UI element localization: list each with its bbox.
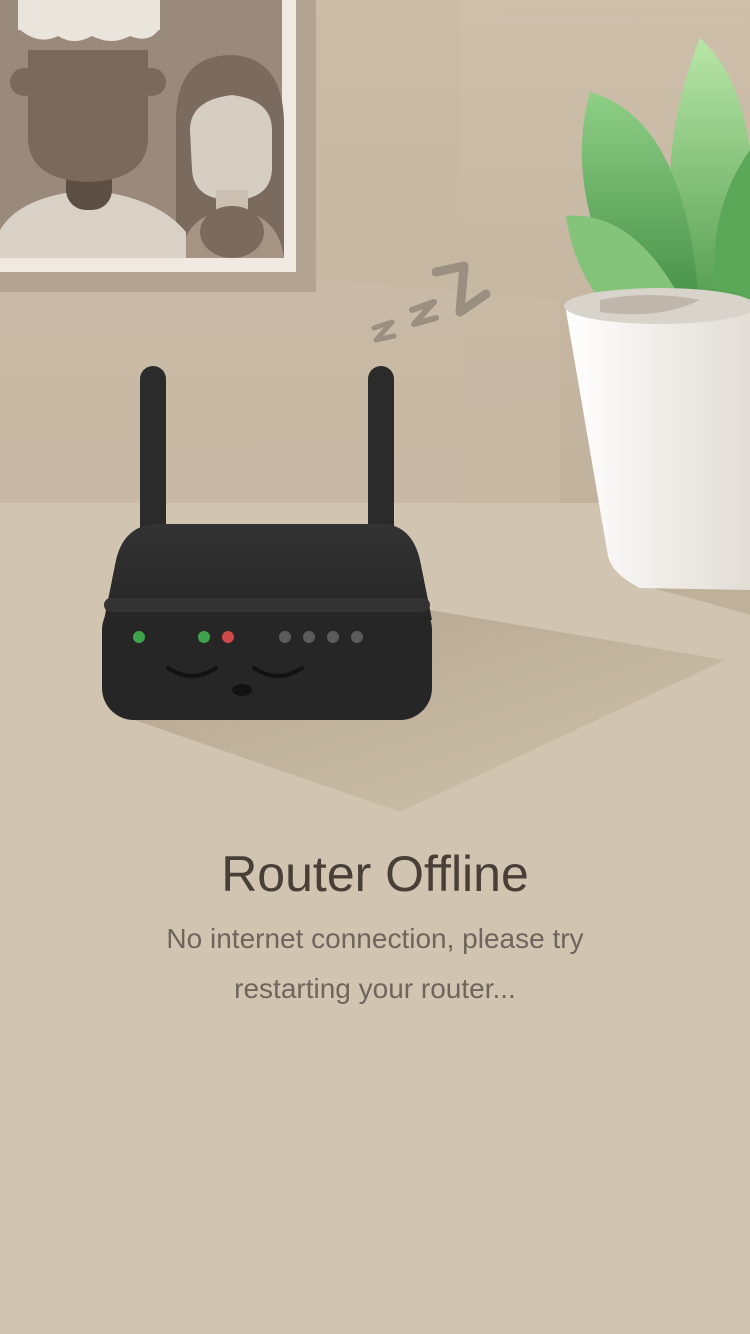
led-wifi (198, 631, 210, 643)
led-internet (222, 631, 234, 643)
status-message: No internet connection, please try resta… (125, 914, 625, 1014)
led-port-1 (279, 631, 291, 643)
led-power (133, 631, 145, 643)
illustration (0, 0, 750, 820)
led-port-4 (351, 631, 363, 643)
led-port-3 (327, 631, 339, 643)
family-photo-icon (0, 0, 316, 292)
status-message-line-2: restarting your router... (234, 973, 516, 1004)
wall-light (0, 280, 560, 505)
status-title: Router Offline (221, 846, 529, 902)
status-message-line-1: No internet connection, please try (166, 923, 584, 954)
led-port-2 (303, 631, 315, 643)
router-offline-screen: Router Offline No internet connection, p… (0, 0, 750, 1334)
